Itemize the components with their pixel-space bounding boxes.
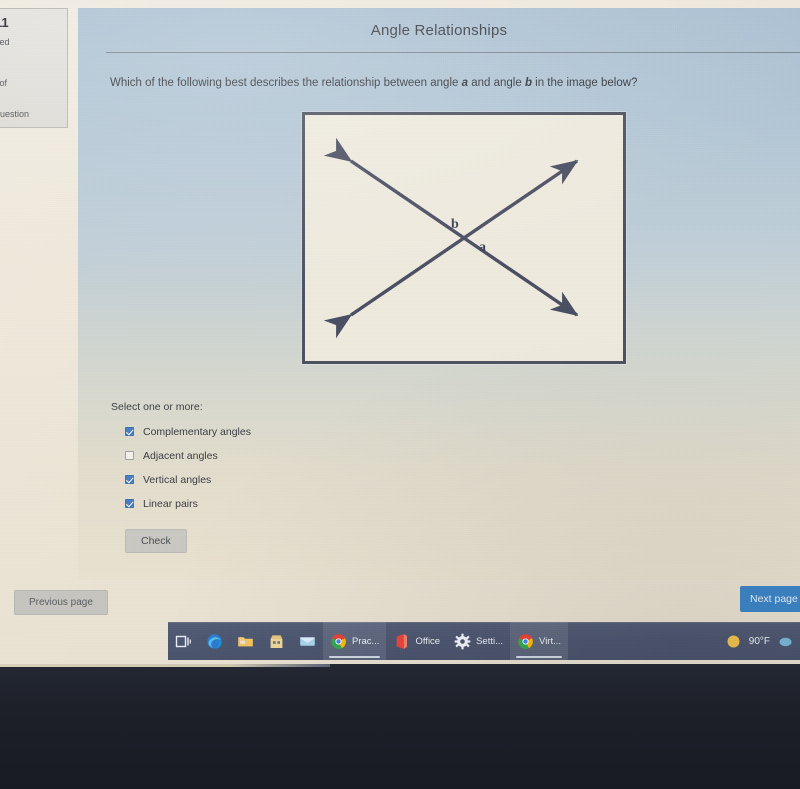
- option-label: Vertical angles: [143, 473, 212, 486]
- file-explorer-icon: [237, 633, 254, 650]
- mail-icon: [299, 633, 316, 650]
- taskbar-office-button[interactable]: Office: [386, 622, 447, 660]
- question-stem-suffix: in the image below?: [531, 77, 638, 89]
- flag-question-link[interactable]: Flag question: [0, 109, 61, 119]
- question-status-line-2: e last: [0, 48, 61, 60]
- previous-page-button[interactable]: Previous page: [14, 590, 108, 615]
- photographed-screen: tion 11 changed e last mpt ts out of 0 F…: [0, 0, 800, 664]
- taskbar-weather-widget[interactable]: 90°F: [725, 633, 800, 650]
- task-view-icon: [175, 633, 192, 650]
- taskbar-edge-button[interactable]: [199, 622, 230, 660]
- chrome-icon: [517, 633, 534, 650]
- select-instruction: Select one or more:: [111, 401, 203, 413]
- taskbar-chrome-practice-button[interactable]: Prac...: [323, 622, 387, 660]
- option-vertical-angles[interactable]: Vertical angles: [111, 469, 451, 490]
- angle-b-symbol: b: [524, 77, 532, 89]
- taskbar-label: Prac...: [352, 635, 380, 647]
- windows-taskbar: Prac... Office Setti... Virt... 90°F: [168, 622, 800, 660]
- photo-background-below-screen: [0, 664, 800, 789]
- title-divider: [106, 52, 800, 53]
- question-stem-middle: and angle: [468, 77, 525, 89]
- taskbar-microsoft-store-button[interactable]: [261, 622, 292, 660]
- check-button[interactable]: Check: [125, 529, 187, 553]
- microsoft-store-icon: [268, 633, 285, 650]
- chrome-icon: [330, 633, 347, 650]
- question-marks-line-2: 0: [0, 90, 61, 102]
- angle-diagram-svg: b a: [323, 137, 579, 339]
- weather-cloud-icon: [777, 633, 794, 650]
- taskbar-file-explorer-button[interactable]: [230, 622, 261, 660]
- figure-label-a: a: [479, 240, 486, 255]
- question-marks-line-1: ts out of: [0, 78, 8, 89]
- option-label: Adjacent angles: [143, 449, 218, 462]
- question-number-heading: tion 11: [0, 15, 9, 30]
- option-linear-pairs[interactable]: Linear pairs: [111, 493, 451, 514]
- angle-diagram: b a: [302, 112, 626, 364]
- checkbox-adjacent-angles[interactable]: [125, 451, 134, 460]
- taskbar-mail-button[interactable]: [292, 622, 323, 660]
- question-stem: Which of the following best describes th…: [110, 76, 776, 92]
- taskbar-label: Setti...: [476, 635, 504, 647]
- next-page-button[interactable]: Next page: [740, 586, 800, 612]
- checkbox-vertical-angles[interactable]: [125, 475, 134, 484]
- question-status-line-3: mpt: [0, 60, 61, 72]
- taskbar-label: Virt...: [539, 635, 562, 647]
- question-panel: Angle Relationships Which of the followi…: [78, 8, 800, 580]
- question-stem-prefix: Which of the following best describes th…: [110, 77, 462, 89]
- settings-gear-icon: [454, 633, 471, 650]
- sun-icon: [725, 633, 742, 650]
- option-label: Linear pairs: [143, 497, 198, 510]
- page-title: Angle Relationships: [370, 22, 508, 39]
- question-info-box: tion 11 changed e last mpt ts out of 0 F…: [0, 8, 68, 129]
- weather-temperature: 90°F: [748, 635, 770, 647]
- figure-label-b: b: [451, 217, 459, 232]
- checkbox-complementary-angles[interactable]: [125, 427, 134, 436]
- taskbar-chrome-virtual-button[interactable]: Virt...: [510, 622, 569, 660]
- taskbar-task-view-button[interactable]: [168, 622, 199, 660]
- checkbox-linear-pairs[interactable]: [125, 499, 134, 508]
- question-status-line-1: changed: [0, 36, 10, 47]
- taskbar-label: Office: [415, 635, 441, 647]
- answer-options: Select one or more: Complementary angles…: [111, 401, 451, 553]
- office-icon: [393, 633, 410, 650]
- edge-icon: [206, 633, 223, 650]
- option-adjacent-angles[interactable]: Adjacent angles: [111, 445, 451, 466]
- taskbar-settings-button[interactable]: Setti...: [447, 622, 510, 660]
- option-complementary-angles[interactable]: Complementary angles: [111, 421, 451, 442]
- option-label: Complementary angles: [143, 425, 251, 438]
